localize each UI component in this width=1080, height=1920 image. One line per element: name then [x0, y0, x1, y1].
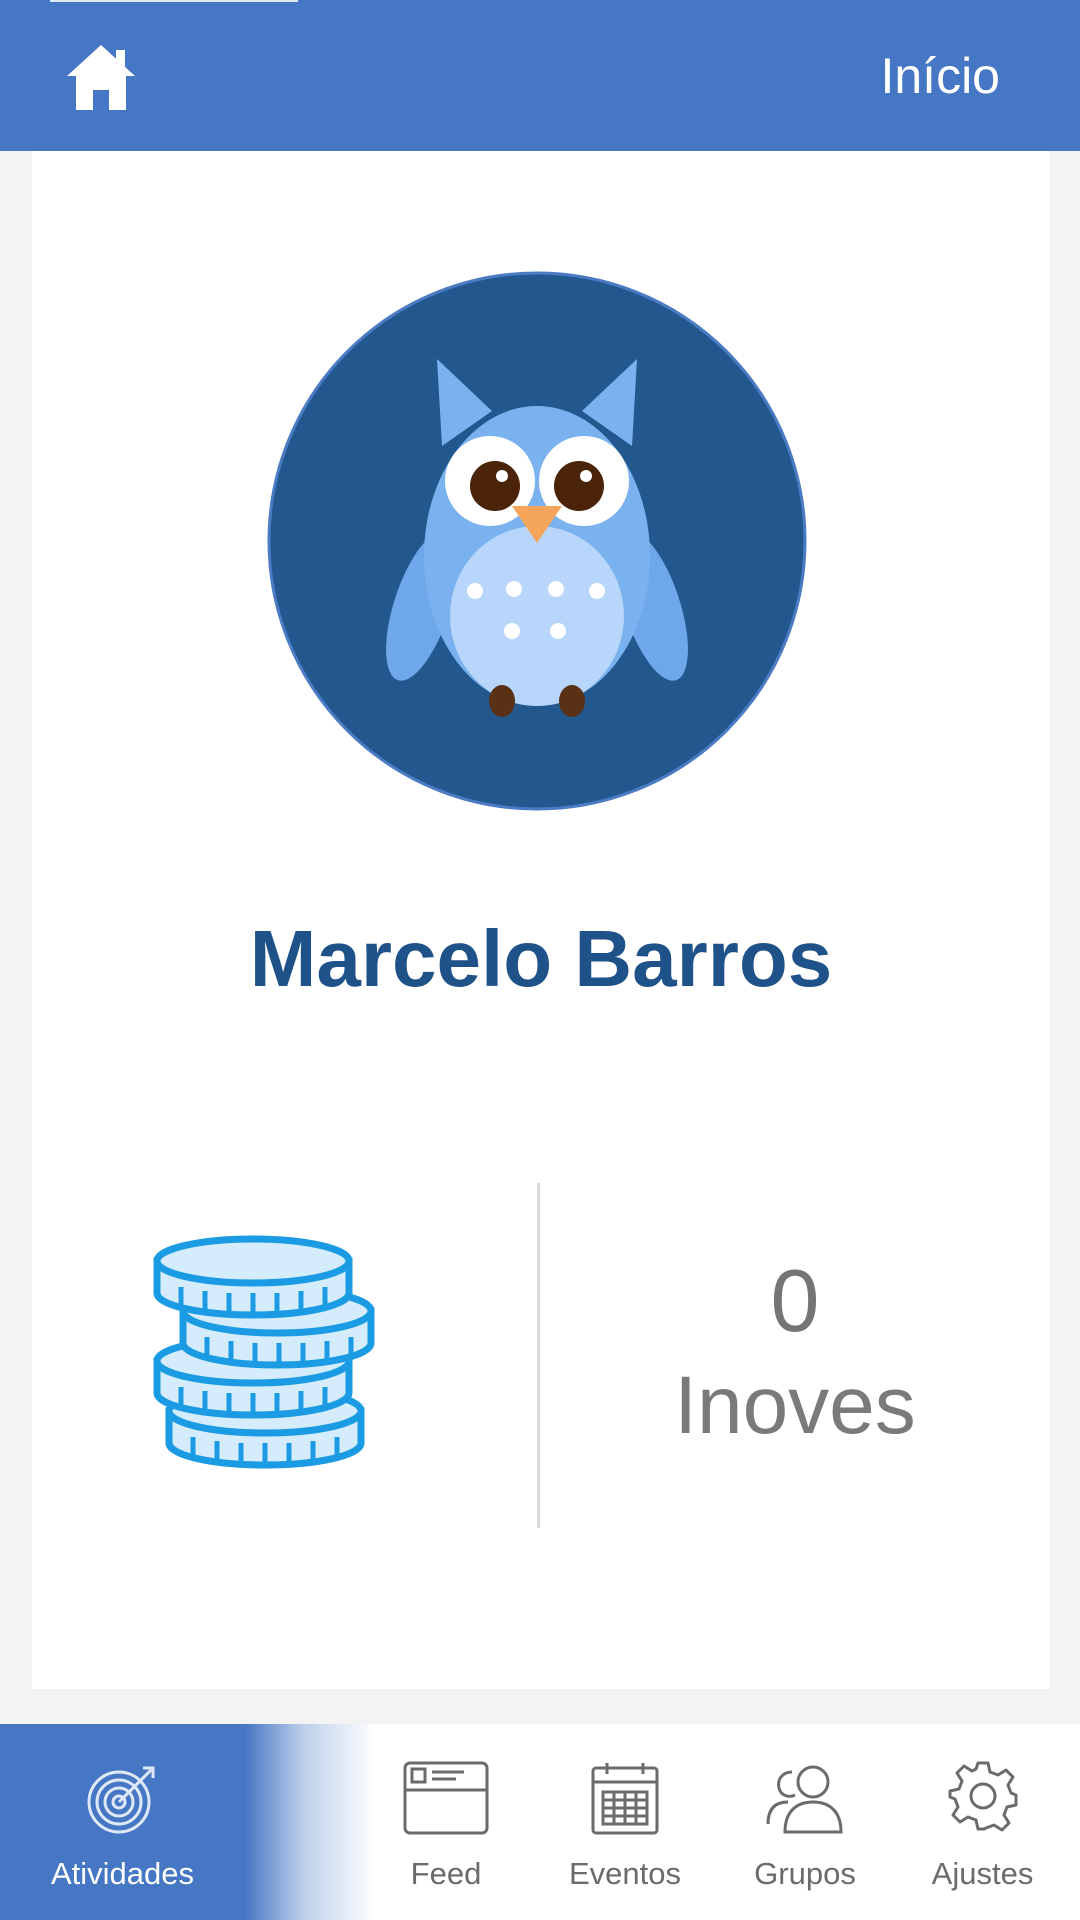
target-icon — [87, 1766, 154, 1834]
inoves-label: Inoves — [674, 1360, 916, 1451]
top-app-bar: Início — [0, 0, 1080, 151]
nav-label-grupos: Grupos — [754, 1856, 856, 1891]
owl-avatar[interactable] — [267, 271, 807, 811]
nav-label-eventos: Eventos — [568, 1856, 681, 1891]
bottom-navigation: Atividades Feed Eventos Grupos Ajustes — [0, 1724, 1080, 1920]
coins-icon — [153, 1235, 375, 1469]
nav-tab-ajustes[interactable]: Ajustes — [910, 1724, 1055, 1920]
active-tab-fade — [245, 1724, 375, 1920]
profile-card: Marcelo Barros 0 Inoves — [32, 151, 1050, 1689]
gear-icon — [948, 1761, 1017, 1832]
nav-tab-feed[interactable]: Feed — [375, 1724, 517, 1920]
nav-label-feed: Feed — [410, 1856, 482, 1891]
nav-tab-eventos[interactable]: Eventos — [550, 1724, 700, 1920]
status-strip — [50, 0, 298, 2]
profile-name: Marcelo Barros — [249, 914, 833, 1003]
page-title: Início — [880, 48, 1000, 104]
home-icon[interactable] — [64, 40, 138, 114]
nav-tab-atividades[interactable]: Atividades — [0, 1724, 245, 1920]
calendar-icon — [591, 1763, 659, 1835]
nav-label-ajustes: Ajustes — [931, 1856, 1034, 1891]
nav-label-atividades: Atividades — [50, 1856, 195, 1891]
feed-icon — [403, 1761, 489, 1835]
group-icon — [766, 1765, 843, 1834]
nav-tab-grupos[interactable]: Grupos — [735, 1724, 875, 1920]
inoves-count: 0 — [770, 1251, 820, 1350]
